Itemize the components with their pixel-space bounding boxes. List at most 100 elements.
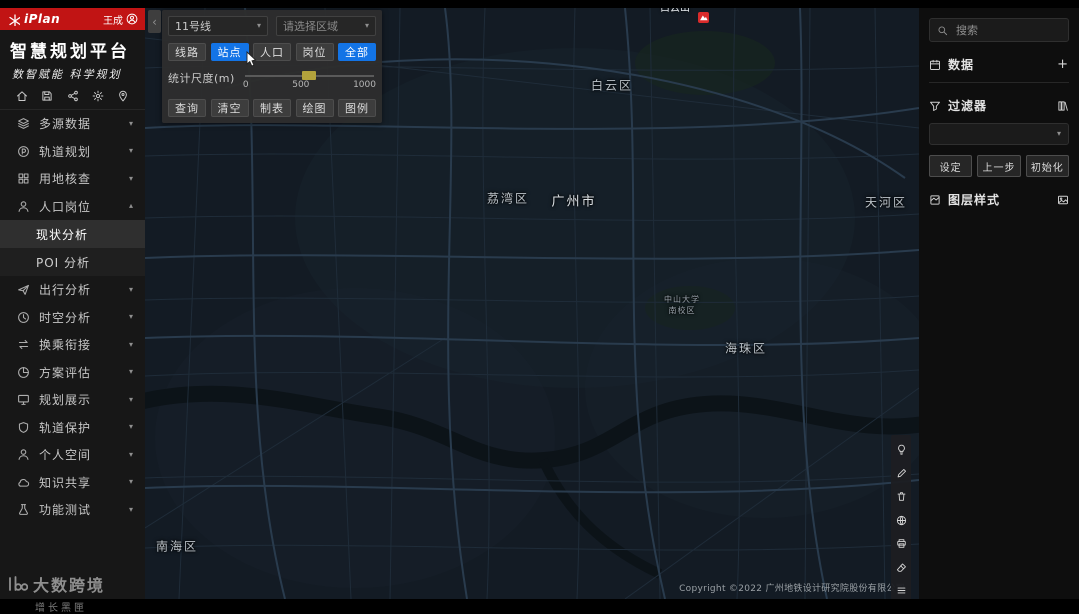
sidebar-item-status-analysis[interactable]: 现状分析 [0, 220, 145, 248]
filter-select[interactable]: ▾ [929, 123, 1069, 145]
save-button[interactable] [41, 90, 53, 102]
highlight-tool-button[interactable] [891, 438, 911, 462]
set-button[interactable]: 设定 [929, 155, 973, 177]
sidebar-item-knowledge-sharing[interactable]: 知识共享 ▾ [0, 469, 145, 497]
trash-icon [896, 491, 907, 502]
chevron-down-icon: ▾ [128, 339, 133, 349]
tab-population[interactable]: 人口 [253, 43, 291, 61]
sidebar-item-personal-space[interactable]: 个人空间 ▾ [0, 441, 145, 469]
sidebar-item-rail-planning[interactable]: 轨道规划 ▾ [0, 138, 145, 166]
chevron-down-icon: ▾ [128, 146, 133, 156]
sidebar-item-label: 知识共享 [39, 475, 92, 490]
tab-line[interactable]: 线路 [168, 43, 206, 61]
swatch-icon [929, 194, 941, 206]
sidebar-item-label: 功能测试 [39, 503, 92, 518]
rail-icon [17, 145, 30, 158]
print-tool-button[interactable] [891, 532, 911, 556]
filter-icon [929, 100, 941, 112]
user-menu[interactable]: 王成 [103, 12, 138, 27]
sidebar-item-travel-analysis[interactable]: 出行分析 ▾ [0, 276, 145, 304]
sidebar-item-planning-display[interactable]: 规划展示 ▾ [0, 386, 145, 414]
sidebar-item-label: 换乘衔接 [39, 338, 92, 353]
right-sidebar: 数据 + 过滤器 ▾ 设定 上一步 初始化 图层样式 [919, 8, 1079, 599]
sidebar-item-spatiotemporal-analysis[interactable]: 时空分析 ▾ [0, 304, 145, 332]
layer-style-image-button[interactable] [1057, 194, 1069, 206]
gear-icon [92, 90, 104, 102]
image-icon [1057, 194, 1069, 206]
map-container[interactable]: 白云山 白云区 荔湾区 广州市 天河区 中山大学 南校区 海珠区 南海区 ‹ 1… [145, 8, 919, 599]
printer-icon [896, 538, 907, 549]
scale-slider[interactable]: 0 500 1000 [243, 68, 376, 92]
query-button[interactable]: 查询 [168, 99, 206, 117]
draw-tool-button[interactable] [891, 462, 911, 486]
sidebar-item-label: 多源数据 [39, 117, 92, 132]
sidebar-item-label: 方案评估 [39, 365, 92, 380]
sidebar-item-plan-evaluation[interactable]: 方案评估 ▾ [0, 359, 145, 387]
slider-handle[interactable] [302, 71, 317, 80]
analysis-control-panel: 11号线 ▾ 请选择区域 ▾ 线路 站点 人口 岗位 全部 统计尺度(m) 0 … [162, 10, 382, 123]
calendar-icon [929, 59, 941, 71]
mouse-cursor [246, 51, 257, 67]
person-icon [17, 200, 30, 213]
scale-label: 统计尺度(m) [168, 72, 235, 85]
layers-icon [17, 117, 30, 130]
tab-all[interactable]: 全部 [338, 43, 376, 61]
map-marker-label: 白云山 [660, 8, 690, 14]
previous-step-button[interactable]: 上一步 [977, 155, 1021, 177]
data-section-label: 数据 [948, 58, 975, 72]
search-input[interactable] [954, 22, 1061, 38]
sidebar-menu: 多源数据 ▾ 轨道规划 ▾ 用地核查 ▾ 人口岗位 ▴ 现状分析 POI 分析 … [0, 110, 145, 599]
tab-jobs[interactable]: 岗位 [295, 43, 334, 61]
district-label-liwan: 荔湾区 [486, 191, 530, 206]
share-button[interactable] [67, 90, 79, 102]
iplan-logo-icon [9, 13, 20, 26]
sidebar-item-multi-source-data[interactable]: 多源数据 ▾ [0, 110, 145, 138]
legend-button[interactable]: 图例 [338, 99, 376, 117]
sidebar-item-population-jobs[interactable]: 人口岗位 ▴ [0, 193, 145, 221]
monitor-icon [17, 393, 30, 406]
scenic-marker-icon [697, 12, 709, 23]
tick-min: 0 [242, 80, 249, 90]
bulb-icon [896, 444, 907, 455]
filter-collection-button[interactable] [1057, 100, 1069, 112]
sidebar-item-transfer-connection[interactable]: 换乘衔接 ▾ [0, 331, 145, 359]
filter-buttons-row: 设定 上一步 初始化 [929, 155, 1069, 177]
draw-button[interactable]: 绘图 [295, 99, 334, 117]
chevron-down-icon: ▾ [1056, 129, 1061, 138]
platform-slogan: 数智赋能 科学规划 [12, 68, 122, 81]
eraser-tool-button[interactable] [891, 556, 911, 580]
delete-tool-button[interactable] [891, 485, 911, 509]
shield-icon [17, 421, 30, 434]
page-title: 智慧规划平台 [10, 42, 130, 62]
chevron-down-icon: ▾ [364, 21, 369, 30]
flask-icon [17, 503, 30, 516]
chevron-down-icon: ▾ [128, 173, 133, 183]
table-button[interactable]: 制表 [253, 99, 291, 117]
settings-button[interactable] [92, 90, 104, 102]
sidebar-item-poi-analysis[interactable]: POI 分析 [0, 248, 145, 276]
sidebar-item-rail-protection[interactable]: 轨道保护 ▾ [0, 414, 145, 442]
initialize-button[interactable]: 初始化 [1025, 155, 1069, 177]
tab-station[interactable]: 站点 [210, 43, 249, 61]
region-select[interactable]: 请选择区域 ▾ [276, 16, 376, 36]
line-select[interactable]: 11号线 ▾ [168, 16, 268, 36]
chevron-down-icon: ▾ [128, 284, 133, 294]
person-icon [17, 448, 30, 461]
map-tools-toolbar [891, 435, 911, 599]
sidebar-item-land-use-check[interactable]: 用地核查 ▾ [0, 165, 145, 193]
collapse-panel-button[interactable]: ‹ [148, 10, 161, 33]
district-label-haizhu: 海珠区 [724, 341, 768, 356]
map-marker-baiyunshan[interactable]: 白云山 [660, 8, 718, 27]
quick-icon-bar [0, 87, 145, 110]
layer-list-button[interactable] [891, 579, 911, 599]
layer-style-label: 图层样式 [948, 193, 1001, 207]
basemap-tool-button[interactable] [891, 509, 911, 533]
location-button[interactable] [117, 90, 129, 102]
search-box[interactable] [929, 18, 1069, 42]
home-icon [16, 90, 28, 102]
sidebar-item-function-test[interactable]: 功能测试 ▾ [0, 496, 145, 524]
clear-button[interactable]: 清空 [210, 99, 249, 117]
poi-label-line2: 南校区 [668, 306, 696, 315]
home-button[interactable] [16, 90, 28, 102]
add-data-button[interactable]: + [1057, 58, 1069, 71]
